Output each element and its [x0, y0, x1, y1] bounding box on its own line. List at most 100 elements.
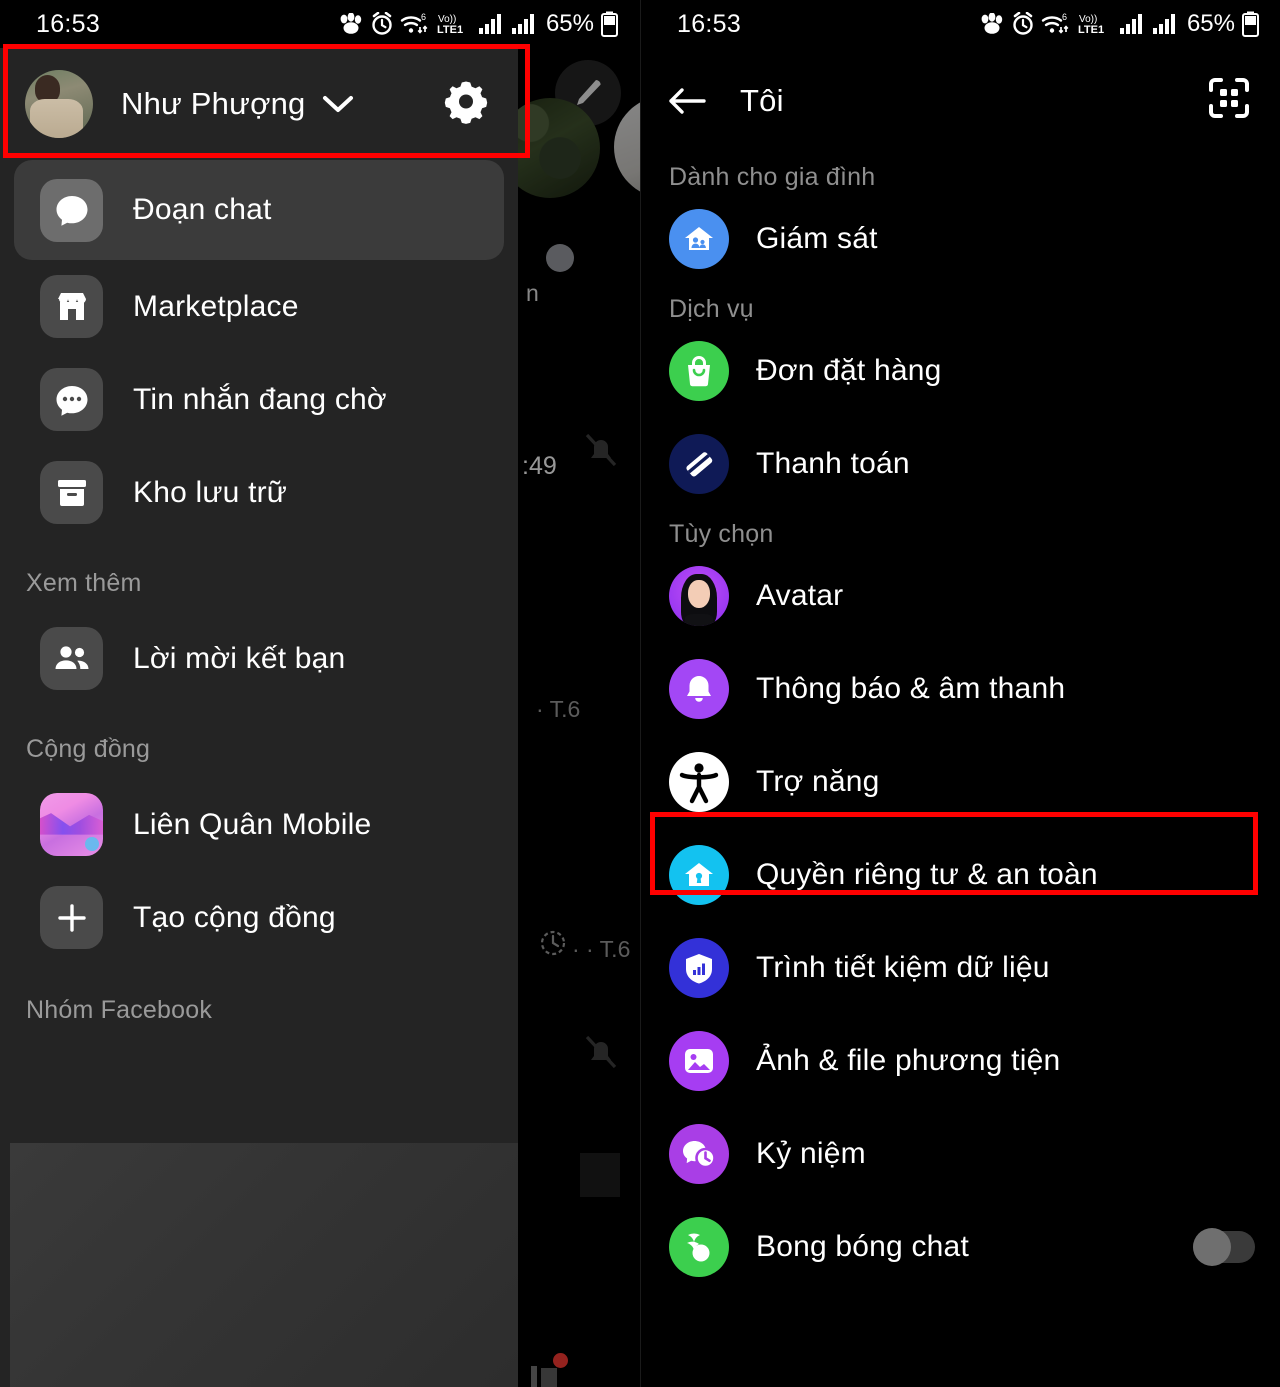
- settings-item-label: Kỷ niệm: [756, 1136, 866, 1170]
- sidebar-item-label: Tạo cộng đồng: [133, 900, 336, 934]
- sidebar-item-label: Tin nhắn đang chờ: [133, 382, 387, 416]
- signal-icon: [1152, 14, 1175, 34]
- settings-item-chat-bubbles[interactable]: Bong bóng chat: [641, 1200, 1280, 1293]
- battery-percent: 65%: [1186, 10, 1235, 37]
- friends-icon: [40, 627, 103, 690]
- status-icons: 6 Vo)) LTE1 65%: [979, 10, 1259, 38]
- facebook-groups-panel[interactable]: [10, 1143, 518, 1387]
- shopping-bag-icon: [669, 340, 729, 401]
- sidebar-item-chats[interactable]: Đoạn chat: [14, 160, 504, 260]
- chat-bubbles-icon: [669, 1216, 729, 1277]
- settings-item-photos-media[interactable]: Ảnh & file phương tiện: [641, 1014, 1280, 1107]
- settings-button[interactable]: [442, 78, 490, 131]
- plus-icon: [40, 886, 103, 949]
- back-button[interactable]: [667, 85, 707, 117]
- section-label-community: Cộng đồng: [26, 735, 151, 763]
- settings-item-data-saver[interactable]: Trình tiết kiệm dữ liệu: [641, 921, 1280, 1014]
- settings-item-label: Thanh toán: [756, 446, 910, 480]
- chat-timestamp: · T.6: [536, 696, 581, 722]
- sidebar-item-create-community[interactable]: Tạo cộng đồng: [14, 871, 504, 964]
- avatar-skin: [688, 580, 710, 609]
- sidebar-item-label: Lời mời kết bạn: [133, 641, 346, 675]
- settings-item-label: Bong bóng chat: [756, 1229, 969, 1263]
- supervision-home-icon: [669, 208, 729, 269]
- battery-percent: 65%: [545, 10, 594, 37]
- memories-clock-icon: [669, 1123, 729, 1184]
- sidebar-item-pending-messages[interactable]: Tin nhắn đang chờ: [14, 353, 504, 446]
- chat-name-partial: n: [526, 280, 539, 306]
- settings-item-label: Trình tiết kiệm dữ liệu: [756, 950, 1050, 984]
- svg-text:LTE1: LTE1: [437, 24, 463, 36]
- status-bar-right: 16:53 6 Vo)) LTE1 65%: [641, 0, 1280, 48]
- qr-scan-icon: [1209, 78, 1249, 118]
- settings-item-payment[interactable]: Thanh toán: [641, 417, 1280, 510]
- bell-mute-icon: [585, 433, 617, 467]
- avatar-icon: [669, 565, 729, 626]
- qr-scan-button[interactable]: [1207, 76, 1251, 125]
- profile-header[interactable]: Như Phượng: [0, 48, 518, 160]
- settings-item-label: Avatar: [756, 578, 844, 612]
- volte-icon: Vo)) LTE1: [437, 14, 463, 36]
- volte-icon: Vo)) LTE1: [1078, 14, 1104, 36]
- chat-timestamp: :49: [522, 452, 557, 480]
- settings-item-label: Quyền riêng tư & an toàn: [756, 857, 1098, 891]
- top-app-bar: Tôi: [641, 48, 1280, 153]
- settings-item-label: Giám sát: [756, 221, 878, 255]
- svg-text:6: 6: [1062, 12, 1067, 22]
- settings-item-memories[interactable]: Kỷ niệm: [641, 1107, 1280, 1200]
- chat-thumbnail: [580, 1153, 620, 1197]
- left-screen: 16:53 6 Vo)) LTE1 65% n:49 · T.6 · · T.…: [0, 0, 640, 1387]
- battery-icon: [1242, 11, 1259, 37]
- sidebar-item-label: Đoạn chat: [133, 193, 272, 226]
- section-label-see-more: Xem thêm: [26, 569, 142, 597]
- privacy-lock-home-icon: [669, 844, 729, 905]
- status-time: 16:53: [677, 9, 742, 38]
- settings-item-privacy[interactable]: Quyền riêng tư & an toàn: [641, 828, 1280, 921]
- svg-text:LTE1: LTE1: [1078, 24, 1104, 36]
- online-status-dot: [546, 244, 574, 272]
- avatar[interactable]: [25, 70, 93, 138]
- paw-icon: [340, 13, 362, 34]
- signal-icon: [478, 14, 501, 34]
- photo-media-icon: [669, 1030, 729, 1091]
- gear-icon: [444, 81, 488, 124]
- settings-item-label: Trợ năng: [756, 764, 880, 798]
- unread-badge: [553, 1353, 568, 1368]
- data-saver-shield-icon: [669, 937, 729, 998]
- settings-item-avatar[interactable]: Avatar: [641, 549, 1280, 642]
- chat-thumbnail: [531, 1366, 537, 1387]
- chat-bubbles-toggle[interactable]: [1193, 1227, 1255, 1266]
- avatar-body: [684, 613, 714, 626]
- settings-item-notifications[interactable]: Thông báo & âm thanh: [641, 642, 1280, 735]
- sidebar-item-lien-quan-mobile[interactable]: Liên Quân Mobile: [14, 778, 504, 871]
- status-time: 16:53: [36, 9, 101, 38]
- section-label-services: Dịch vụ: [669, 295, 754, 323]
- section-label-options: Tùy chọn: [669, 520, 774, 548]
- signal-icon: [1119, 14, 1142, 34]
- schedule-clock-icon: [540, 930, 566, 956]
- chat-timestamp: · · T.6: [572, 936, 631, 962]
- payment-card-icon: [669, 433, 729, 494]
- chevron-down-icon[interactable]: [321, 93, 355, 115]
- settings-item-supervision[interactable]: Giám sát: [641, 192, 1280, 285]
- sidebar-item-label: Kho lưu trữ: [133, 475, 288, 509]
- settings-item-label: Đơn đặt hàng: [756, 353, 942, 387]
- status-icons: 6 Vo)) LTE1 65%: [338, 10, 618, 38]
- right-screen: 16:53 6 Vo)) LTE1 65% Tôi Dành cho gia đ…: [640, 0, 1280, 1387]
- sidebar-item-archive[interactable]: Kho lưu trữ: [14, 446, 504, 539]
- sidebar-item-friend-requests[interactable]: Lời mời kết bạn: [14, 612, 504, 705]
- settings-item-label: Thông báo & âm thanh: [756, 671, 1066, 705]
- status-bar-left: 16:53 6 Vo)) LTE1 65%: [0, 0, 640, 48]
- signal-icon: [511, 14, 534, 34]
- settings-item-label: Ảnh & file phương tiện: [756, 1043, 1061, 1077]
- settings-item-accessibility[interactable]: Trợ năng: [641, 735, 1280, 828]
- settings-item-orders[interactable]: Đơn đặt hàng: [641, 324, 1280, 417]
- navigation-drawer: Như Phượng Đoạn chat Marketplace Tin nhắ…: [0, 48, 518, 1387]
- battery-icon: [601, 11, 618, 37]
- lien-quan-mobile-icon: [40, 793, 103, 856]
- back-arrow-icon: [669, 87, 706, 114]
- svg-text:6: 6: [421, 12, 426, 22]
- chat-bubble-icon: [40, 178, 103, 242]
- alarm-icon: [1013, 12, 1033, 35]
- sidebar-item-marketplace[interactable]: Marketplace: [14, 260, 504, 353]
